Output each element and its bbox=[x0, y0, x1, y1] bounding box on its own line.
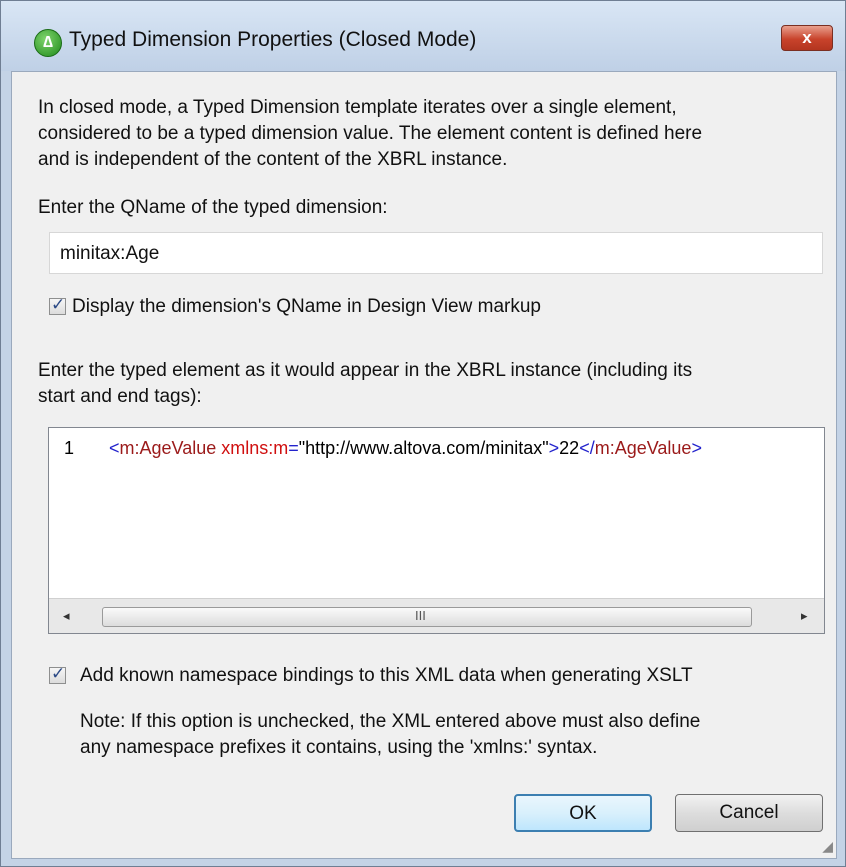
intro-line-3: and is independent of the content of the… bbox=[38, 149, 508, 170]
close-button[interactable]: x bbox=[781, 25, 833, 51]
cancel-button[interactable]: Cancel bbox=[675, 794, 823, 832]
line-number: 1 bbox=[64, 438, 75, 458]
element-prompt-line-1: Enter the typed element as it would appe… bbox=[38, 360, 693, 381]
checkmark-icon: ✓ bbox=[51, 295, 66, 314]
typed-dimension-dialog: ∆ Typed Dimension Properties (Closed Mod… bbox=[0, 0, 846, 867]
checkmark-icon: ✓ bbox=[51, 664, 66, 683]
code-token-eq: = bbox=[288, 438, 299, 458]
xml-editor[interactable]: 1 <m:AgeValue xmlns:m="http://www.altova… bbox=[48, 427, 825, 634]
display-qname-label[interactable]: Display the dimension's QName in Design … bbox=[72, 295, 541, 319]
qname-input[interactable]: minitax:Age bbox=[49, 232, 823, 274]
window-title: Typed Dimension Properties (Closed Mode) bbox=[69, 28, 477, 51]
display-qname-checkbox[interactable]: ✓ bbox=[49, 295, 66, 315]
code-token-attr-value: http://www.altova.com/minitax bbox=[305, 438, 543, 458]
xml-code-line[interactable]: <m:AgeValue xmlns:m="http://www.altova.c… bbox=[109, 438, 702, 459]
code-token-close-tag: m:AgeValue bbox=[594, 438, 692, 458]
intro-line-1: In closed mode, a Typed Dimension templa… bbox=[38, 97, 677, 118]
code-token-close-gt: > bbox=[691, 438, 702, 458]
ok-button[interactable]: OK bbox=[514, 794, 652, 832]
note-line-1: Note: If this option is unchecked, the X… bbox=[80, 711, 701, 732]
note-line-2: any namespace prefixes it contains, usin… bbox=[80, 737, 598, 758]
code-token-gt: > bbox=[548, 438, 560, 458]
code-token-attr: xmlns:m bbox=[216, 438, 289, 458]
thumb-grip-icon: III bbox=[415, 608, 426, 623]
title-bar[interactable]: ∆ Typed Dimension Properties (Closed Mod… bbox=[1, 1, 845, 71]
intro-line-2: considered to be a typed dimension value… bbox=[38, 123, 703, 144]
resize-grip-icon[interactable]: ◢ bbox=[822, 838, 833, 855]
qname-label: Enter the QName of the typed dimension: bbox=[38, 197, 388, 218]
namespace-bindings-checkbox[interactable]: ✓ bbox=[49, 664, 66, 684]
app-icon: ∆ bbox=[34, 29, 62, 57]
dialog-body: In closed mode, a Typed Dimension templa… bbox=[11, 71, 837, 859]
scroll-right-icon[interactable]: ▸ bbox=[801, 608, 808, 624]
scroll-left-icon[interactable]: ◂ bbox=[63, 608, 70, 624]
code-token-close-lt: </ bbox=[579, 438, 595, 458]
namespace-bindings-label[interactable]: Add known namespace bindings to this XML… bbox=[80, 664, 693, 688]
code-token-text: 22 bbox=[559, 438, 580, 458]
horizontal-scrollbar[interactable]: ◂ III ▸ bbox=[49, 598, 824, 633]
element-prompt-line-2: start and end tags): bbox=[38, 386, 202, 407]
code-token-lt: < bbox=[109, 438, 120, 458]
code-token-tag: m:AgeValue bbox=[119, 438, 217, 458]
scrollbar-thumb[interactable]: III bbox=[102, 607, 752, 627]
